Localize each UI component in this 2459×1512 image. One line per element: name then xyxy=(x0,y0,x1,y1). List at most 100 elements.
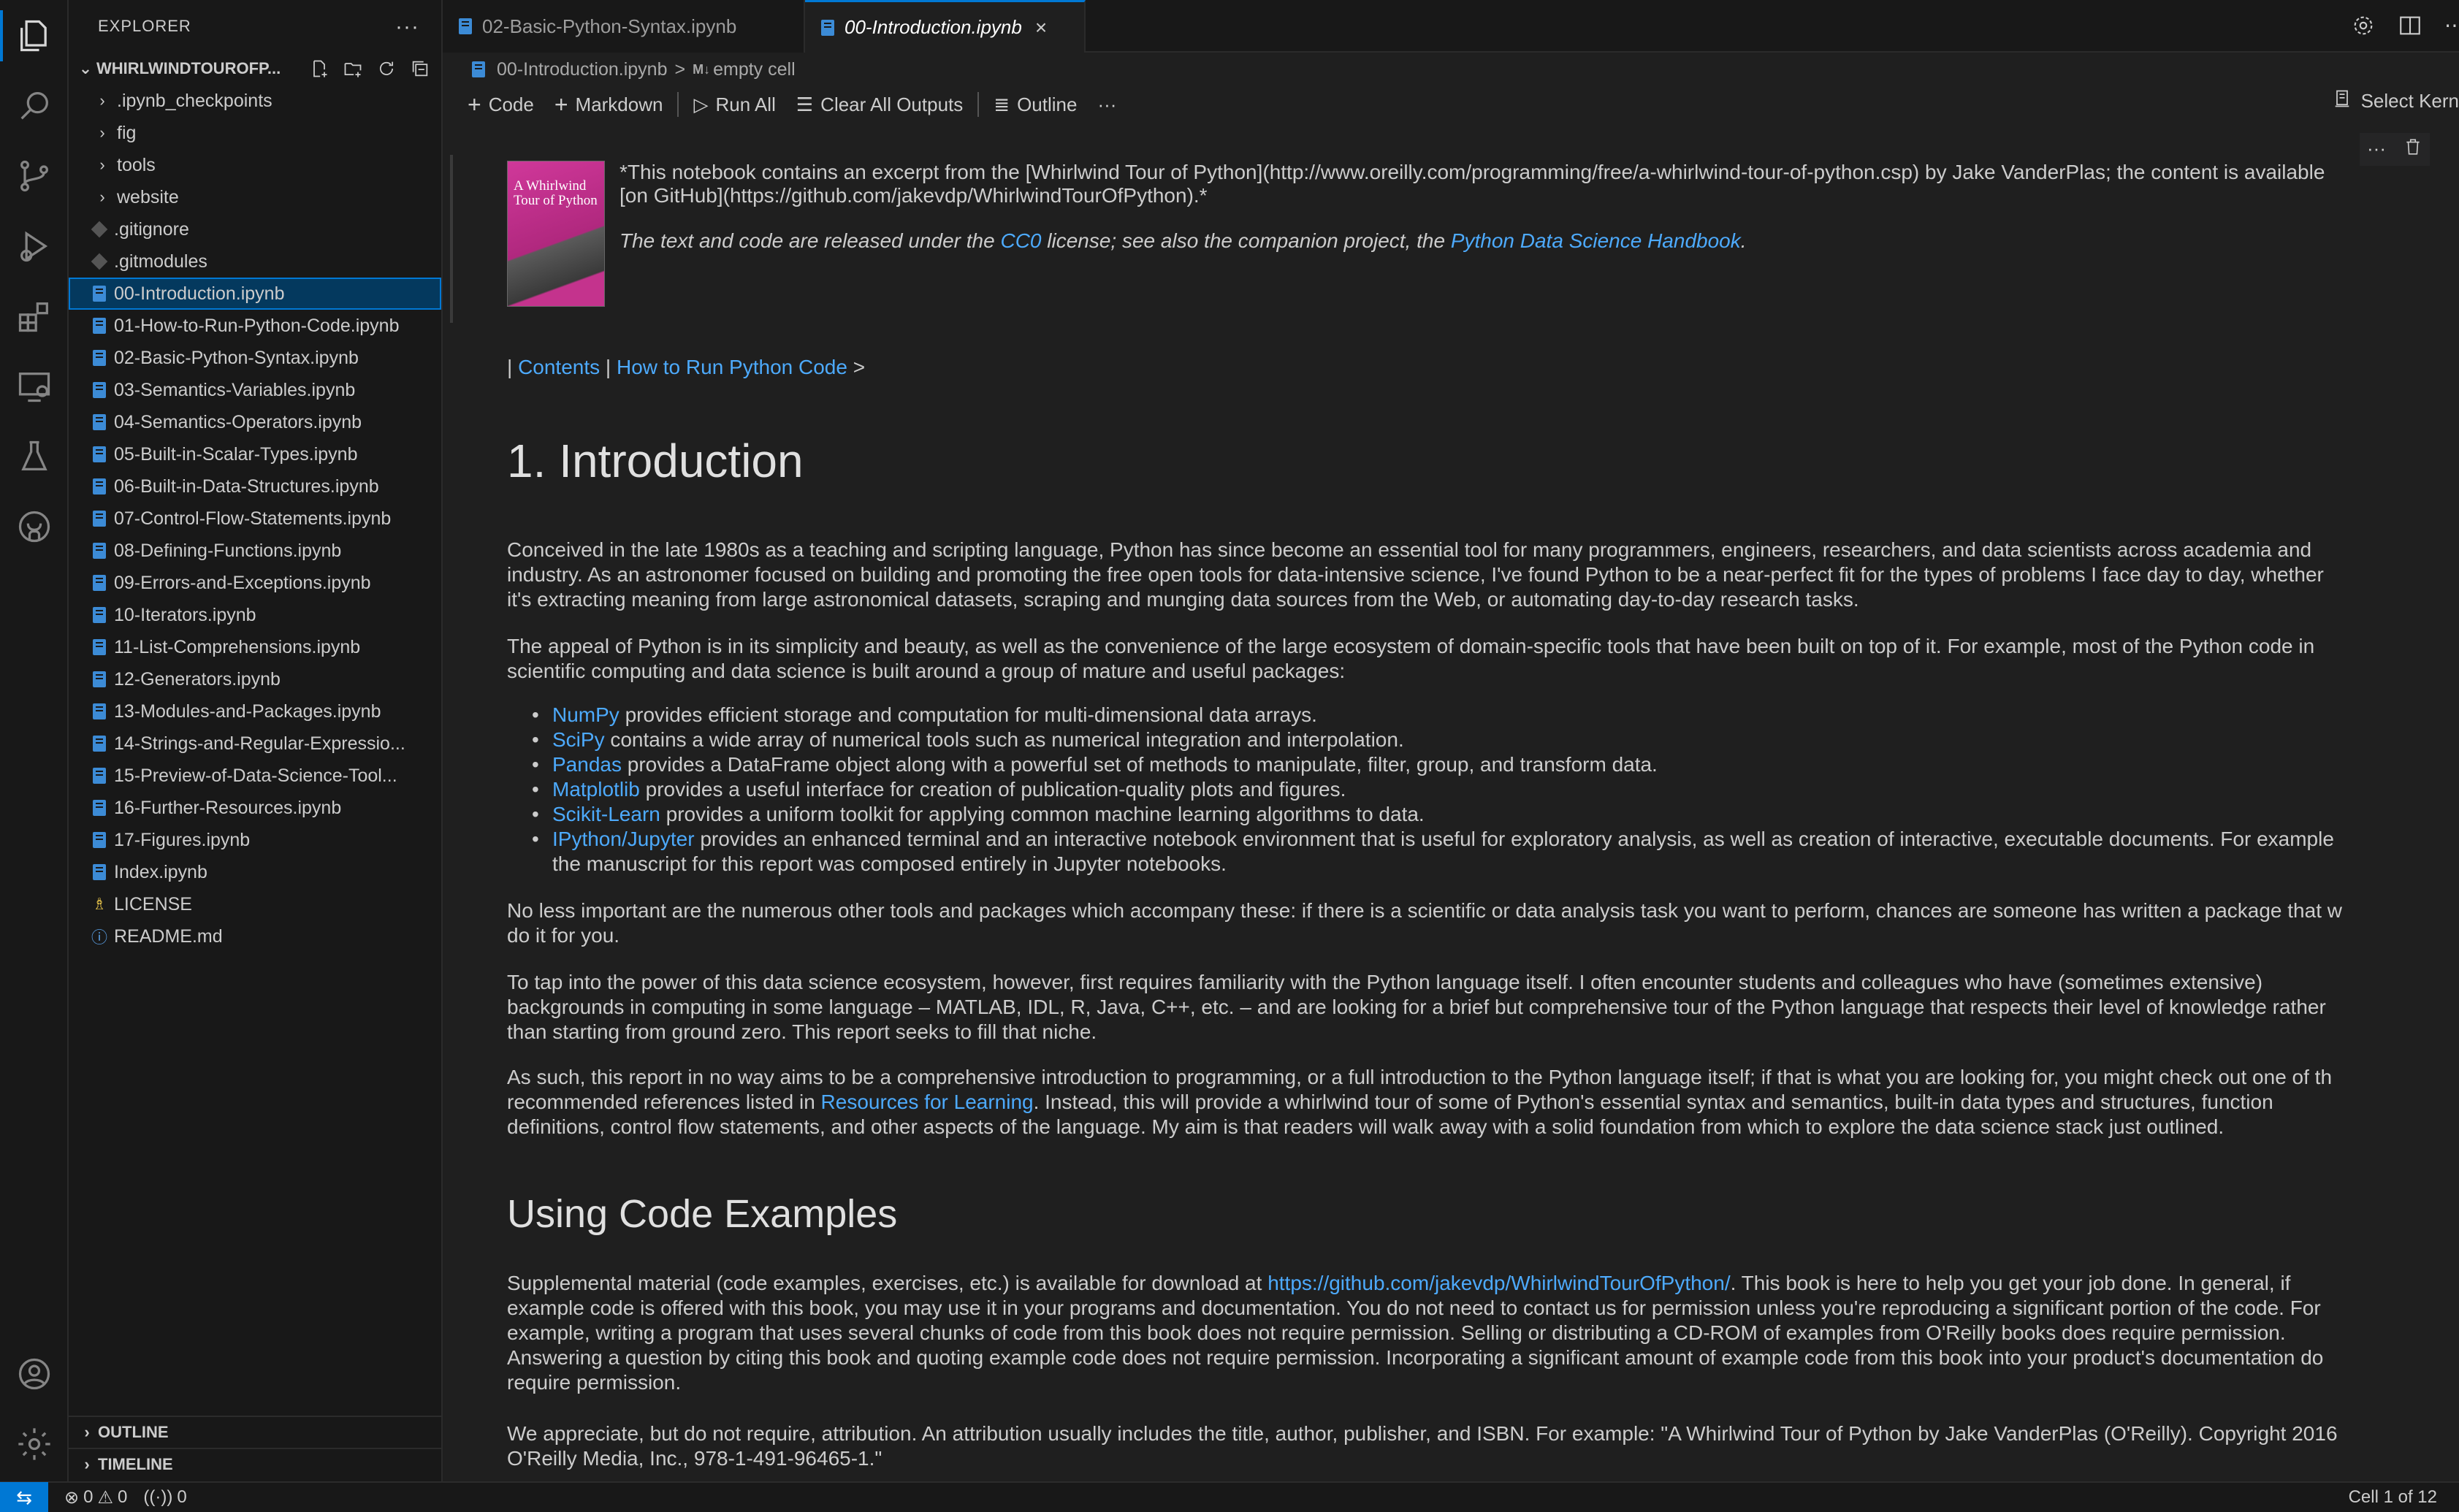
p6-line-1-post: . This book is here to help you get your… xyxy=(1730,1272,2291,1294)
outline-section[interactable]: › OUTLINE xyxy=(69,1416,441,1448)
package-description: provides a uniform toolkit for applying … xyxy=(660,803,1425,825)
intro-line-1: *This notebook contains an excerpt from … xyxy=(619,161,2325,183)
package-link[interactable]: Pandas xyxy=(552,753,622,776)
clear-outputs-label: Clear All Outputs xyxy=(820,93,964,115)
breadcrumb-file[interactable]: 00-Introduction.ipynb xyxy=(497,59,667,80)
toolbar-more-button[interactable]: ··· xyxy=(1087,88,1126,121)
tree-item[interactable]: 04-Semantics-Operators.ipynb xyxy=(69,406,441,438)
close-icon[interactable]: × xyxy=(1035,16,1047,39)
extensions-icon[interactable] xyxy=(0,283,69,349)
tree-item[interactable]: 05-Built-in-Scalar-Types.ipynb xyxy=(69,438,441,470)
tree-item[interactable]: 01-How-to-Run-Python-Code.ipynb xyxy=(69,310,441,342)
timeline-section[interactable]: › TIMELINE xyxy=(69,1448,441,1480)
tree-item-label: 11-List-Comprehensions.ipynb xyxy=(114,636,361,657)
split-editor-icon[interactable] xyxy=(2398,13,2422,42)
tree-item[interactable]: 17-Figures.ipynb xyxy=(69,824,441,856)
tree-item-label: .gitignore xyxy=(114,218,189,240)
tree-item[interactable]: 09-Errors-and-Exceptions.ipynb xyxy=(69,567,441,599)
tree-item[interactable]: Index.ipynb xyxy=(69,856,441,888)
outline-label: Outline xyxy=(1017,93,1078,115)
notebook-file-icon xyxy=(89,541,110,561)
github-repo-link[interactable]: https://github.com/jakevdp/WhirlwindTour… xyxy=(1267,1272,1730,1294)
tree-item[interactable]: 07-Control-Flow-Statements.ipynb xyxy=(69,503,441,535)
package-link[interactable]: IPython/Jupyter xyxy=(552,828,695,850)
cc0-link[interactable]: CC0 xyxy=(1000,229,1041,252)
add-code-cell-button[interactable]: + Code xyxy=(457,88,544,121)
testing-icon[interactable] xyxy=(0,424,69,489)
text-line: require permission. xyxy=(507,1371,682,1394)
contents-link[interactable]: Contents xyxy=(518,356,600,378)
tab-basic-python-syntax[interactable]: 02-Basic-Python-Syntax.ipynb xyxy=(443,0,805,53)
outline-button[interactable]: ≣ Outline xyxy=(983,88,1087,121)
tree-item[interactable]: 00-Introduction.ipynb xyxy=(69,278,441,310)
warning-count: 0 xyxy=(117,1487,128,1507)
tree-item[interactable]: 15-Preview-of-Data-Science-Tool... xyxy=(69,760,441,792)
tree-item[interactable]: › tools xyxy=(69,149,441,181)
delete-cell-icon[interactable] xyxy=(2403,137,2422,161)
explorer-more-icon[interactable]: ··· xyxy=(395,15,419,39)
package-link[interactable]: Matplotlib xyxy=(552,778,640,801)
tree-item[interactable]: 06-Built-in-Data-Structures.ipynb xyxy=(69,470,441,503)
tree-item[interactable]: 02-Basic-Python-Syntax.ipynb xyxy=(69,342,441,374)
explorer-icon[interactable] xyxy=(0,3,69,69)
tree-item[interactable]: 03-Semantics-Variables.ipynb xyxy=(69,374,441,406)
tree-item[interactable]: 08-Defining-Functions.ipynb xyxy=(69,535,441,567)
pdsh-link[interactable]: Python Data Science Handbook xyxy=(1451,229,1741,252)
account-icon[interactable] xyxy=(0,1341,69,1407)
package-link[interactable]: Scikit-Learn xyxy=(552,803,660,825)
new-folder-icon[interactable] xyxy=(339,56,367,82)
notebook-icon xyxy=(93,703,106,719)
p5-line-3: definitions, control flow statements, an… xyxy=(507,1115,2224,1138)
license-icon: ♗ xyxy=(92,895,107,913)
chevron-right-icon: › xyxy=(99,91,105,110)
cell-focus-indicator xyxy=(450,155,453,323)
package-link[interactable]: SciPy xyxy=(552,728,605,751)
tree-item[interactable]: .gitmodules xyxy=(69,245,441,278)
package-link[interactable]: NumPy xyxy=(552,703,619,726)
tree-item[interactable]: 12-Generators.ipynb xyxy=(69,663,441,695)
collapse-all-icon[interactable] xyxy=(406,56,434,82)
tree-item[interactable]: › website xyxy=(69,181,441,213)
tab-introduction[interactable]: 00-Introduction.ipynb × xyxy=(805,0,1086,53)
cell-position[interactable]: Cell 1 of 12 xyxy=(2349,1487,2437,1508)
outline-list-icon: ≣ xyxy=(994,93,1010,115)
tree-item[interactable]: 16-Further-Resources.ipynb xyxy=(69,792,441,824)
resources-link[interactable]: Resources for Learning xyxy=(821,1091,1034,1113)
problems-indicator[interactable]: ⊗ 0 ⚠ 0 xyxy=(64,1487,127,1508)
remote-indicator-icon[interactable]: ⇆ xyxy=(0,1482,48,1512)
tree-item[interactable]: 13-Modules-and-Packages.ipynb xyxy=(69,695,441,728)
intro-line-2: [on GitHub](https://github.com/jakevdp/W… xyxy=(619,184,1208,207)
run-debug-icon[interactable] xyxy=(0,213,69,279)
tree-item[interactable]: ⓘ README.md xyxy=(69,920,441,952)
tree-item[interactable]: 11-List-Comprehensions.ipynb xyxy=(69,631,441,663)
notebook-editor: ··· A Whirlwind Tour of Python *This not… xyxy=(443,126,2459,1481)
search-icon[interactable] xyxy=(0,73,69,139)
notebook-toolbar: + Code + Markdown ▷ Run All ☰ Clear All … xyxy=(443,85,2459,124)
tree-item[interactable]: .gitignore xyxy=(69,213,441,245)
breadcrumb-cell[interactable]: empty cell xyxy=(713,59,796,80)
workspace-folder[interactable]: ⌄ WHIRLWINDTOUROFP... xyxy=(69,53,441,85)
next-chapter-link[interactable]: How to Run Python Code xyxy=(617,356,847,378)
outline-section-label: OUTLINE xyxy=(98,1423,169,1441)
new-file-icon[interactable] xyxy=(305,56,333,82)
clear-all-outputs-button[interactable]: ☰ Clear All Outputs xyxy=(786,88,973,121)
remote-explorer-icon[interactable] xyxy=(0,354,69,419)
settings-gear-icon[interactable] xyxy=(2351,13,2376,42)
tree-item[interactable]: 14-Strings-and-Regular-Expressio... xyxy=(69,728,441,760)
paragraph-2: The appeal of Python is in its simplicit… xyxy=(507,634,2314,684)
manage-gear-icon[interactable] xyxy=(0,1411,69,1477)
refresh-icon[interactable] xyxy=(373,56,400,82)
github-icon[interactable] xyxy=(0,494,69,560)
tree-item[interactable]: › fig xyxy=(69,117,441,149)
tree-item[interactable]: ♗ LICENSE xyxy=(69,888,441,920)
cell-more-icon[interactable]: ··· xyxy=(2367,137,2386,161)
paragraph-5: As such, this report in no way aims to b… xyxy=(507,1065,2332,1139)
tree-item[interactable]: › .ipynb_checkpoints xyxy=(69,85,441,117)
select-kernel-button[interactable]: Select Kern xyxy=(2332,88,2459,114)
ports-indicator[interactable]: ((·)) 0 xyxy=(143,1487,186,1508)
run-all-button[interactable]: ▷ Run All xyxy=(683,88,785,121)
add-markdown-cell-button[interactable]: + Markdown xyxy=(544,88,674,121)
tree-item[interactable]: 10-Iterators.ipynb xyxy=(69,599,441,631)
more-actions-icon[interactable]: ⋯ xyxy=(2444,13,2459,42)
source-control-icon[interactable] xyxy=(0,143,69,209)
